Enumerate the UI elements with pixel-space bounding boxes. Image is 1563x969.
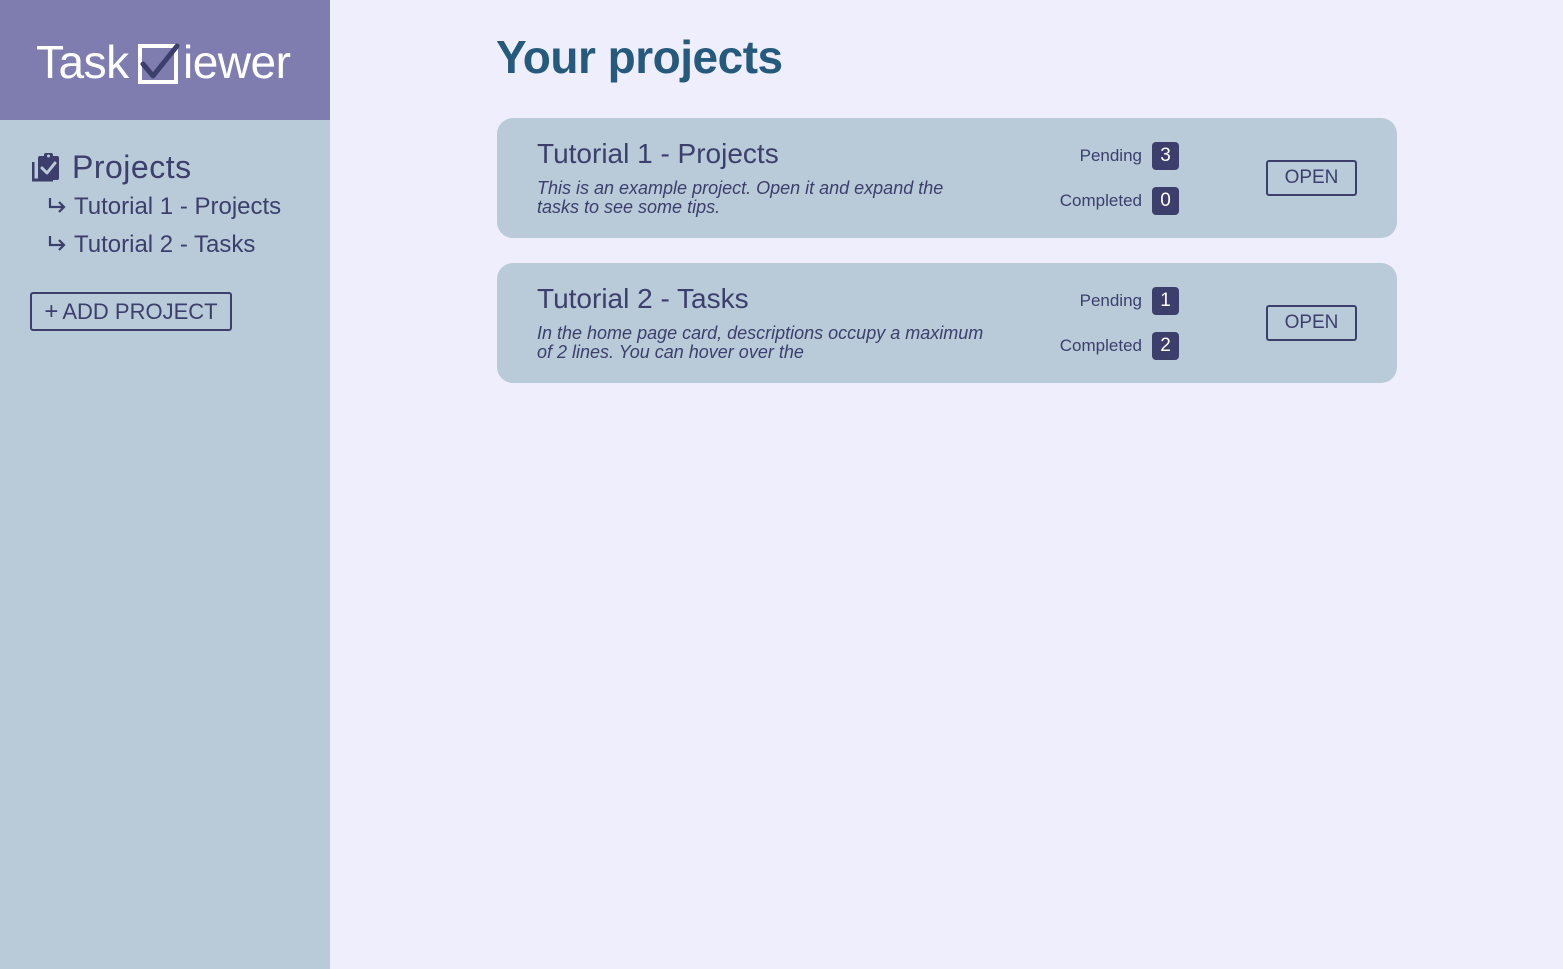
pending-label: Pending <box>1079 291 1142 310</box>
project-card: Tutorial 2 - Tasks In the home page card… <box>497 263 1397 383</box>
open-project-button[interactable]: OPEN <box>1266 160 1357 196</box>
page-title: Your projects <box>496 31 783 83</box>
completed-count-badge: 0 <box>1152 187 1179 215</box>
pending-count-badge: 1 <box>1152 287 1179 315</box>
sidebar-item-label: Tutorial 2 - Tasks <box>74 231 256 258</box>
project-description: This is an example project. Open it and … <box>537 179 944 217</box>
project-title: Tutorial 1 - Projects <box>537 138 779 169</box>
add-project-button[interactable]: + ADD PROJECT <box>30 292 232 331</box>
completed-stat: Completed 0 <box>1060 187 1179 215</box>
sidebar-item-label: Tutorial 1 - Projects <box>74 193 282 220</box>
pending-count-badge: 3 <box>1152 142 1179 170</box>
project-card: Tutorial 1 - Projects This is an example… <box>497 118 1397 238</box>
logo-suffix: iewer <box>183 36 291 88</box>
app: Task iewer Projects Tutorial 1 - Project… <box>0 0 1563 969</box>
sidebar-item-tutorial-1[interactable]: Tutorial 1 - Projects <box>46 192 281 222</box>
pending-stat: Pending 3 <box>1080 142 1179 170</box>
subdirectory-arrow-icon <box>48 236 66 251</box>
projects-heading-label: Projects <box>72 148 192 185</box>
pending-stat: Pending 1 <box>1080 287 1179 315</box>
completed-stat: Completed 2 <box>1060 332 1179 360</box>
clipboard-check-icon <box>32 153 59 182</box>
project-title: Tutorial 2 - Tasks <box>537 283 749 314</box>
subdirectory-arrow-icon <box>48 198 66 213</box>
completed-label: Completed <box>1059 336 1142 355</box>
completed-label: Completed <box>1059 191 1142 210</box>
projects-heading: Projects <box>32 148 192 186</box>
pending-label: Pending <box>1079 146 1142 165</box>
sidebar: Task iewer Projects Tutorial 1 - Project… <box>0 0 330 969</box>
open-project-button[interactable]: OPEN <box>1266 305 1357 341</box>
completed-count-badge: 2 <box>1152 332 1179 360</box>
plus-icon: + <box>44 297 59 325</box>
logo[interactable]: Task iewer <box>0 0 330 120</box>
sidebar-item-tutorial-2[interactable]: Tutorial 2 - Tasks <box>46 230 255 260</box>
logo-prefix: Task <box>36 36 129 88</box>
project-description: In the home page card, descriptions occu… <box>537 324 984 362</box>
add-project-label: ADD PROJECT <box>62 298 218 324</box>
checkbox-check-icon <box>138 43 180 84</box>
